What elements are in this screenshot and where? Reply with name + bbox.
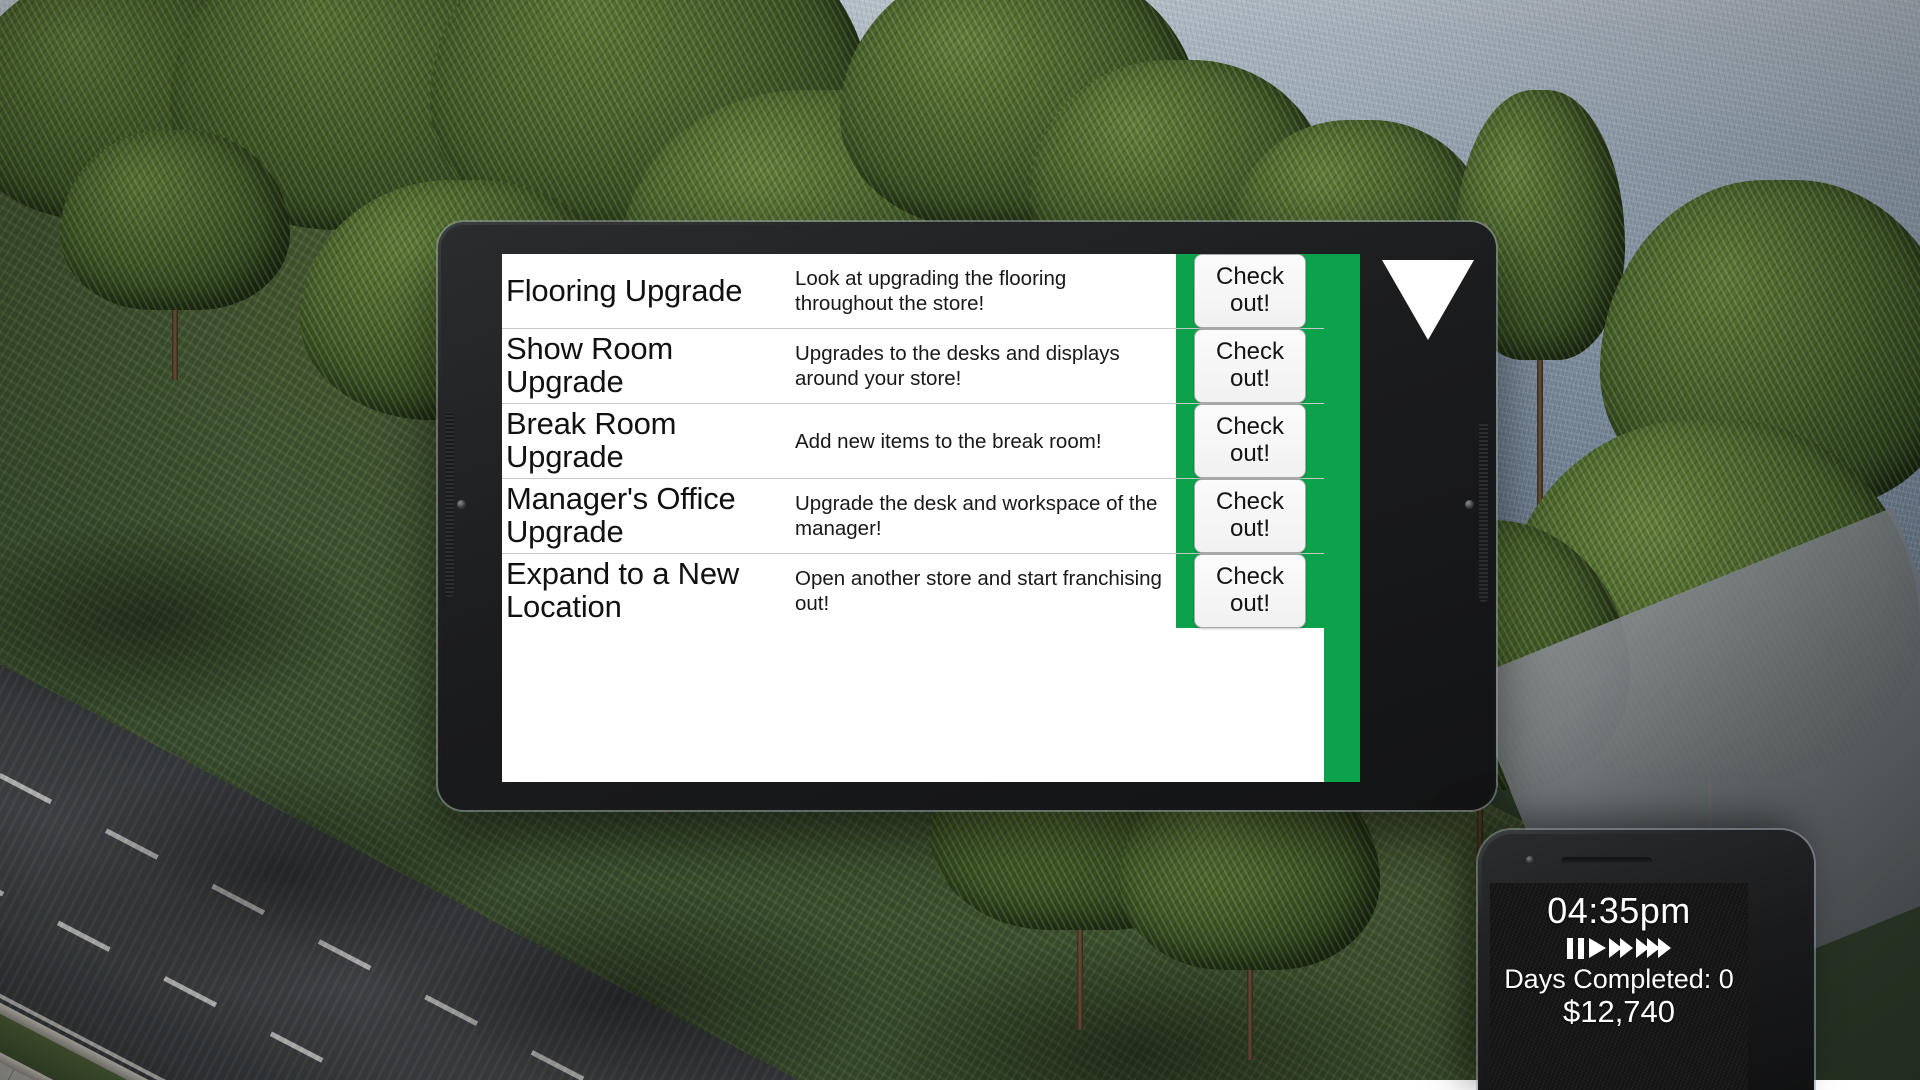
- play-icon[interactable]: [1589, 938, 1606, 958]
- table-row[interactable]: Flooring Upgrade Look at upgrading the f…: [502, 254, 1324, 329]
- triangle-down-icon[interactable]: [1382, 260, 1474, 340]
- tablet-device: Flooring Upgrade Look at upgrading the f…: [438, 222, 1496, 810]
- upgrade-action-cell: Check out!: [1176, 254, 1324, 328]
- tablet-speaker-left-icon: [445, 412, 454, 597]
- upgrade-action-rail: [1324, 254, 1360, 782]
- check-out-button[interactable]: Check out!: [1194, 479, 1306, 553]
- upgrade-description: Add new items to the break room!: [795, 429, 1102, 453]
- fast-forward-2x-icon[interactable]: [1609, 938, 1633, 958]
- upgrade-action-cell: Check out!: [1176, 404, 1324, 478]
- check-out-button[interactable]: Check out!: [1194, 329, 1306, 403]
- fast-forward-3x-icon[interactable]: [1636, 938, 1671, 958]
- upgrade-title: Flooring Upgrade: [506, 272, 743, 308]
- phone-screen: 04:35pm Days Completed: 0 $12,740: [1490, 883, 1748, 1090]
- upgrade-action-cell: Check out!: [1176, 329, 1324, 403]
- upgrade-title: Break Room Upgrade: [506, 406, 677, 474]
- tablet-speaker-right-icon: [1479, 422, 1488, 602]
- pause-icon[interactable]: [1567, 937, 1584, 959]
- check-out-button[interactable]: Check out!: [1194, 254, 1306, 328]
- phone-earpiece-icon: [1561, 856, 1653, 865]
- upgrade-description: Upgrade the desk and workspace of the ma…: [795, 492, 1158, 540]
- upgrades-list: Flooring Upgrade Look at upgrading the f…: [502, 254, 1324, 782]
- upgrade-title: Manager's Office Upgrade: [506, 481, 736, 549]
- game-speed-controls: [1490, 936, 1748, 960]
- tablet-sensor-icon: [1465, 500, 1474, 509]
- phone-camera-icon: [1526, 856, 1534, 864]
- table-row[interactable]: Manager's Office Upgrade Upgrade the des…: [502, 479, 1324, 554]
- upgrade-action-cell: Check out!: [1176, 554, 1324, 628]
- upgrade-description: Upgrades to the desks and displays aroun…: [795, 342, 1120, 390]
- upgrade-title: Expand to a New Location: [506, 556, 740, 624]
- table-row[interactable]: Expand to a New Location Open another st…: [502, 554, 1324, 628]
- upgrade-title: Show Room Upgrade: [506, 331, 674, 399]
- upgrade-action-cell: Check out!: [1176, 479, 1324, 553]
- check-out-button[interactable]: Check out!: [1194, 554, 1306, 628]
- table-row[interactable]: Show Room Upgrade Upgrades to the desks …: [502, 329, 1324, 404]
- days-completed-label: Days Completed: 0: [1504, 964, 1734, 994]
- phone-device: 04:35pm Days Completed: 0 $12,740: [1478, 830, 1814, 1090]
- upgrade-description: Look at upgrading the flooring throughou…: [795, 267, 1067, 315]
- table-row[interactable]: Break Room Upgrade Add new items to the …: [502, 404, 1324, 479]
- tablet-camera-icon: [457, 500, 466, 509]
- clock-time: 04:35pm: [1547, 890, 1691, 931]
- check-out-button[interactable]: Check out!: [1194, 404, 1306, 478]
- upgrade-description: Open another store and start franchising…: [795, 567, 1162, 615]
- money-balance: $12,740: [1562, 994, 1676, 1030]
